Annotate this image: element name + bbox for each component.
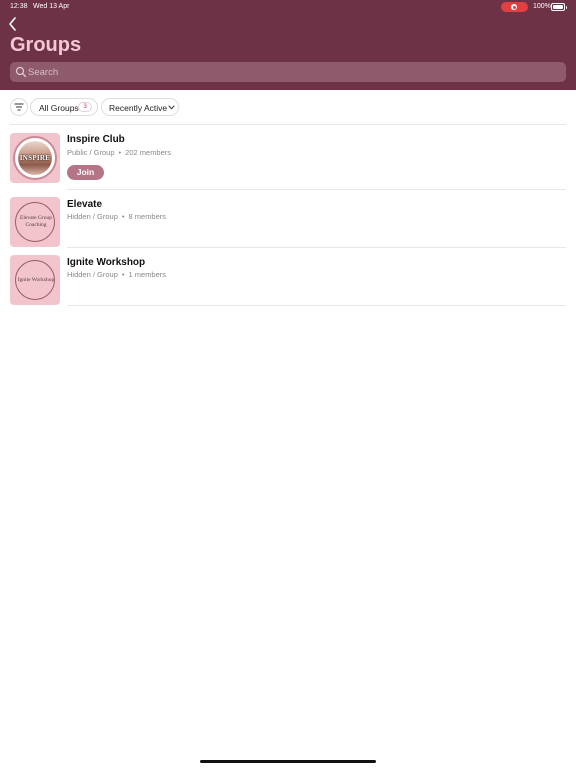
group-members: 8 members (128, 212, 167, 221)
group-meta: Hidden / Group • 1 members (67, 270, 167, 279)
chevron-down-icon (168, 105, 175, 110)
groups-count-badge: 3 (78, 102, 92, 112)
search-bar[interactable] (10, 62, 566, 82)
group-name[interactable]: Inspire Club (67, 134, 125, 145)
group-visibility: Hidden / Group (67, 270, 118, 279)
all-groups-label: All Groups (39, 103, 79, 113)
group-visibility: Public / Group (67, 148, 115, 157)
back-button[interactable] (6, 16, 20, 32)
battery-charging-icon (551, 3, 567, 11)
group-meta: Public / Group • 202 members (67, 148, 172, 157)
group-members: 1 members (128, 270, 167, 279)
group-visibility: Hidden / Group (67, 212, 118, 221)
screen-record-icon[interactable] (501, 2, 528, 12)
group-avatar: Elevate Group Coaching (10, 197, 60, 247)
divider (67, 305, 566, 306)
group-meta: Hidden / Group • 8 members (67, 212, 167, 221)
status-bar: 12:38 Wed 13 Apr 100% (0, 0, 576, 14)
divider (67, 247, 566, 248)
group-avatar: Ignite Workshop (10, 255, 60, 305)
filter-button[interactable] (10, 98, 28, 116)
search-icon (15, 66, 27, 78)
status-date: Wed 13 Apr (33, 3, 70, 10)
chevron-left-icon (9, 17, 16, 31)
group-name[interactable]: Elevate (67, 199, 102, 210)
sort-dropdown[interactable]: Recently Active (101, 98, 179, 116)
search-input[interactable] (28, 62, 558, 82)
battery-percentage: 100% (533, 3, 551, 10)
divider (10, 124, 566, 125)
home-indicator[interactable] (200, 760, 376, 763)
divider (67, 189, 566, 190)
group-members: 202 members (125, 148, 172, 157)
group-avatar-text: INSPIRE (19, 154, 51, 162)
sort-label: Recently Active (109, 103, 168, 113)
list-item[interactable]: INSPIRE Inspire Club Public / Group • 202 … (10, 133, 566, 185)
join-button[interactable]: Join (67, 165, 104, 180)
group-avatar-text: Elevate Group Coaching (20, 215, 52, 228)
page-title: Groups (10, 34, 82, 56)
header: 12:38 Wed 13 Apr 100% Groups (0, 0, 576, 90)
group-name[interactable]: Ignite Workshop (67, 257, 145, 268)
filter-bar: All Groups 3 Recently Active (0, 98, 576, 118)
group-avatar: INSPIRE (10, 133, 60, 183)
filter-icon (14, 103, 24, 111)
list-item[interactable]: Ignite Workshop Ignite Workshop Hidden /… (10, 255, 566, 305)
all-groups-chip[interactable]: All Groups 3 (30, 98, 98, 116)
list-item[interactable]: Elevate Group Coaching Elevate Hidden / … (10, 197, 566, 247)
status-time: 12:38 (10, 3, 28, 10)
group-avatar-text: Ignite Workshop (17, 276, 55, 283)
